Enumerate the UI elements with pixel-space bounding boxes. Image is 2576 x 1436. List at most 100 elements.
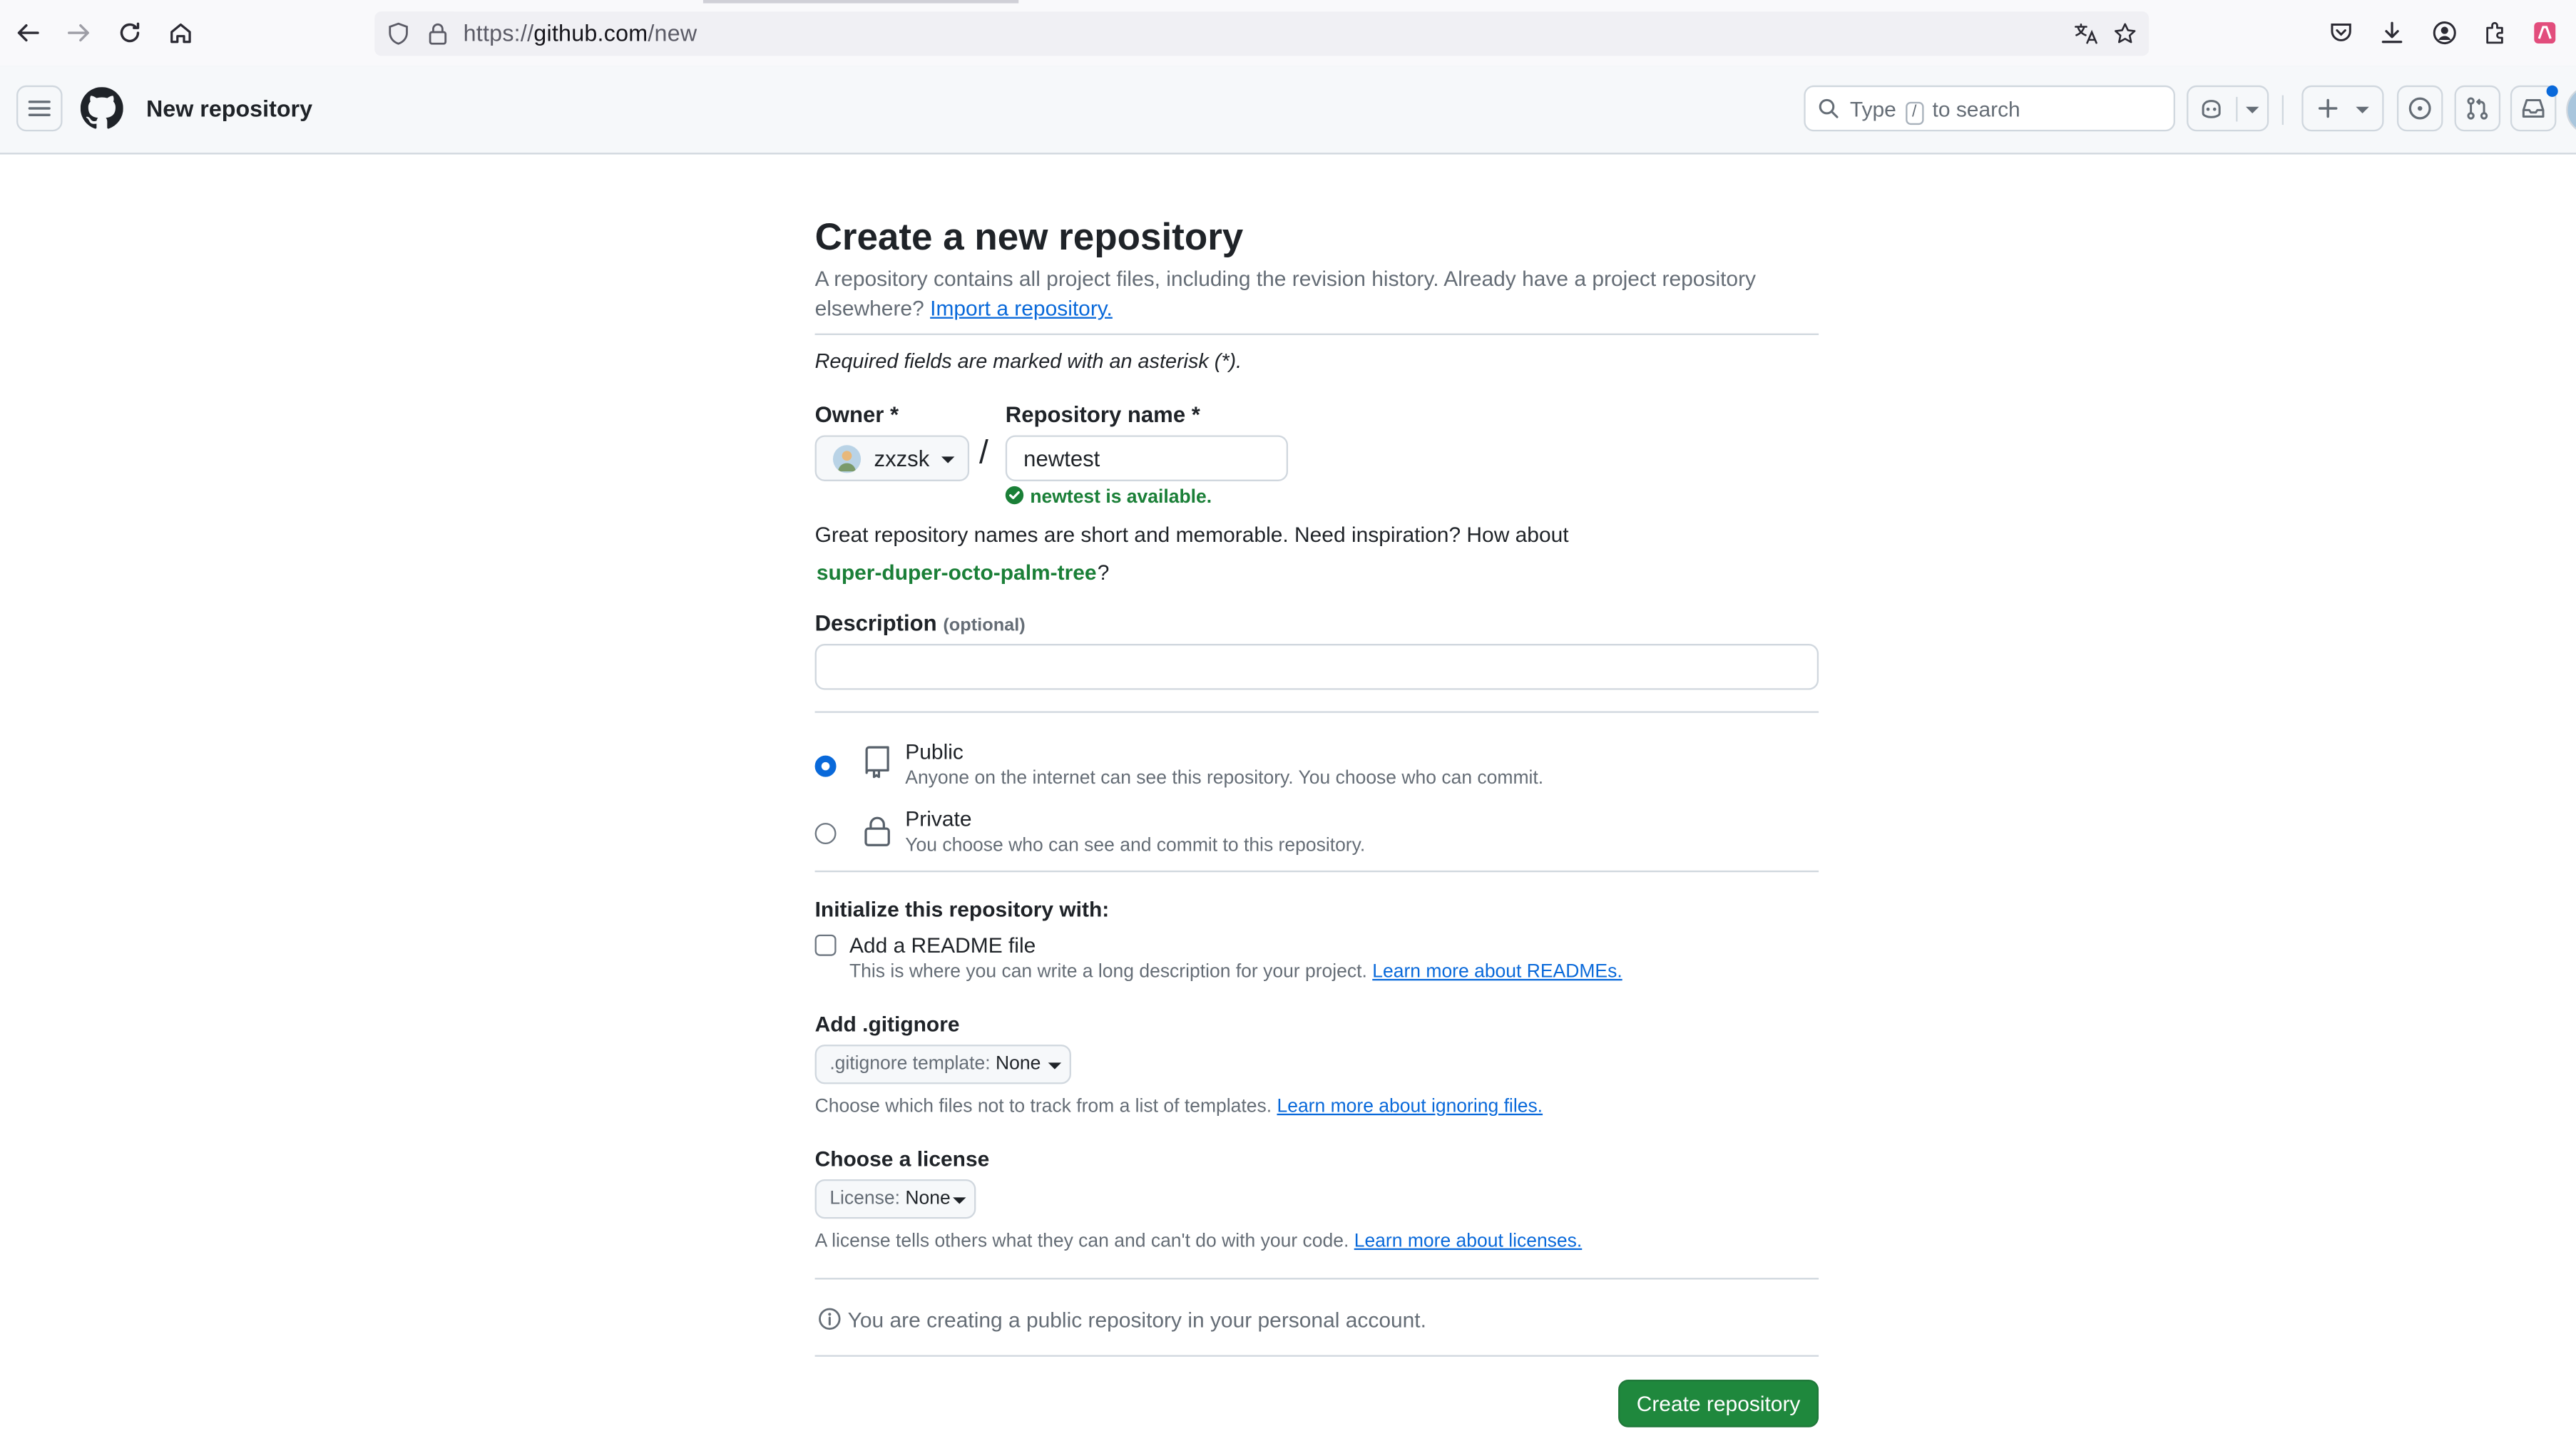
download-icon[interactable]	[2374, 15, 2411, 51]
divider	[814, 870, 1819, 873]
create-repository-button[interactable]: Create repository	[1618, 1380, 1819, 1427]
private-description: You choose who can see and commit to thi…	[905, 836, 1366, 856]
availability-text: newtest is available.	[1030, 488, 1212, 508]
search-placeholder-end: to search	[1932, 96, 2020, 122]
lock-icon[interactable]	[426, 21, 451, 46]
license-learn-more-link[interactable]: Learn more about licenses.	[1354, 1232, 1583, 1252]
gitignore-help: Choose which files not to track from a l…	[815, 1097, 1543, 1117]
import-repository-link[interactable]: Import a repository.	[930, 296, 1113, 321]
license-select[interactable]: License: None	[814, 1179, 976, 1219]
extension-app-icon[interactable]	[2527, 15, 2563, 51]
private-radio[interactable]	[814, 823, 837, 845]
create-caret-icon[interactable]	[2356, 106, 2369, 113]
divider	[814, 711, 1819, 713]
forward-icon[interactable]	[61, 15, 97, 51]
check-circle-icon	[1005, 486, 1024, 505]
gitignore-help-text: Choose which files not to track from a l…	[814, 1097, 1272, 1117]
copilot-divider	[2236, 96, 2238, 122]
translate-icon[interactable]	[2073, 21, 2098, 46]
search-placeholder: Type / to search	[1850, 97, 2020, 125]
divider	[814, 1278, 1819, 1280]
gitignore-caret-icon	[1048, 1062, 1062, 1070]
owner-label: Owner *	[814, 402, 899, 427]
divider	[814, 333, 1819, 335]
header-divider	[2281, 95, 2284, 125]
url-text[interactable]: https://github.com/new	[464, 20, 697, 46]
extensions-icon[interactable]	[2478, 15, 2514, 51]
browser-toolbar: https://github.com/new	[0, 0, 2576, 68]
user-avatar[interactable]	[2566, 85, 2576, 135]
readme-label[interactable]: Add a README file	[849, 933, 1036, 958]
license-select-text: License: None	[829, 1189, 950, 1209]
license-help: A license tells others what they can and…	[815, 1232, 1583, 1252]
shield-icon[interactable]	[386, 21, 411, 46]
address-bar[interactable]: https://github.com/new	[374, 11, 2150, 56]
readme-description: This is where you can write a long descr…	[849, 963, 1622, 983]
owner-repo-separator: /	[978, 435, 988, 472]
back-icon[interactable]	[10, 15, 46, 51]
optional-tag: (optional)	[943, 615, 1026, 636]
visibility-info-text: You are creating a public repository in …	[847, 1307, 1426, 1333]
info-icon	[819, 1308, 841, 1330]
initialize-heading: Initialize this repository with:	[814, 896, 1110, 922]
required-fields-note: Required fields are marked with an aster…	[814, 349, 1242, 373]
url-host: github.com	[533, 19, 648, 46]
owner-caret-icon	[941, 456, 955, 463]
search-input[interactable]: Type / to search	[1804, 85, 2175, 132]
url-path: /new	[648, 19, 697, 46]
name-suggestion-text: Great repository names are short and mem…	[814, 522, 1569, 548]
owner-value: zxzsk	[874, 446, 930, 472]
copilot-caret-icon[interactable]	[2246, 106, 2259, 113]
gitignore-template-select[interactable]: .gitignore template: None	[814, 1045, 1071, 1084]
search-shortcut-key: /	[1905, 101, 1923, 125]
visibility-info: You are creating a public repository in …	[818, 1307, 1426, 1333]
divider	[814, 1355, 1819, 1357]
copilot-button[interactable]	[2187, 85, 2269, 132]
page-title: Create a new repository	[814, 215, 1244, 258]
gitignore-select-text: .gitignore template: None	[829, 1055, 1041, 1075]
page-context-title[interactable]: New repository	[146, 96, 312, 122]
suggested-name-link[interactable]: super-duper-octo-palm-tree	[817, 560, 1097, 585]
plus-icon	[2315, 96, 2341, 122]
github-logo-icon[interactable]	[80, 87, 123, 130]
repo-icon	[862, 746, 891, 779]
issues-icon[interactable]	[2396, 85, 2443, 132]
create-new-button[interactable]	[2301, 85, 2384, 132]
pocket-icon[interactable]	[2323, 15, 2359, 51]
public-label[interactable]: Public	[905, 739, 964, 764]
search-placeholder-start: Type	[1849, 96, 1896, 122]
bookmark-star-icon[interactable]	[2112, 21, 2137, 46]
readme-learn-more-link[interactable]: Learn more about READMEs.	[1372, 963, 1622, 983]
owner-dropdown[interactable]: zxzsk	[814, 435, 970, 481]
repository-name-input[interactable]	[1005, 435, 1289, 481]
repo-name-label: Repository name *	[1005, 402, 1200, 427]
search-icon	[1819, 98, 1839, 118]
account-icon[interactable]	[2426, 15, 2463, 51]
license-select-value: None	[905, 1189, 951, 1209]
gitignore-select-prefix: .gitignore template:	[829, 1054, 991, 1075]
home-icon[interactable]	[163, 15, 199, 51]
gitignore-heading: Add .gitignore	[814, 1012, 960, 1037]
pull-requests-icon[interactable]	[2454, 85, 2501, 132]
license-caret-icon	[953, 1197, 966, 1204]
license-select-prefix: License:	[829, 1189, 901, 1209]
readme-checkbox[interactable]	[814, 934, 837, 956]
copilot-icon	[2198, 96, 2224, 122]
public-radio[interactable]	[814, 755, 837, 777]
readme-description-text: This is where you can write a long descr…	[849, 962, 1367, 983]
license-heading: Choose a license	[814, 1146, 990, 1171]
github-header: New repository Type / to search	[0, 66, 2576, 155]
availability-message: newtest is available.	[1005, 486, 1212, 508]
reload-icon[interactable]	[112, 15, 148, 51]
license-help-text: A license tells others what they can and…	[814, 1231, 1349, 1252]
owner-avatar	[832, 445, 862, 473]
description-input[interactable]	[814, 644, 1819, 690]
gitignore-learn-more-link[interactable]: Learn more about ignoring files.	[1277, 1097, 1543, 1117]
lock-icon	[862, 815, 891, 848]
private-label[interactable]: Private	[905, 806, 971, 831]
public-description: Anyone on the internet can see this repo…	[905, 769, 1544, 789]
description-label: Description (optional)	[815, 611, 1026, 636]
hamburger-menu-icon[interactable]	[16, 85, 63, 132]
notification-dot	[2546, 85, 2558, 97]
url-scheme: https://	[463, 19, 534, 46]
